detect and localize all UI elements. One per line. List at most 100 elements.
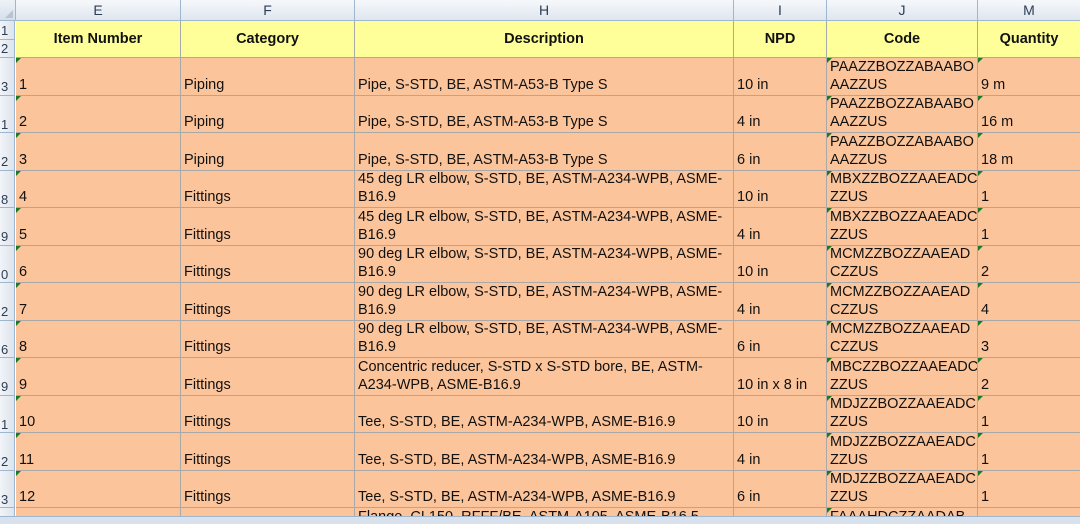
- description-cell[interactable]: Pipe, S-STD, BE, ASTM-A53-B Type S: [355, 133, 734, 171]
- npd-cell[interactable]: 4 in: [734, 96, 827, 133]
- item-number-cell[interactable]: 6: [16, 246, 181, 283]
- row-header[interactable]: 0: [0, 246, 15, 283]
- row-header[interactable]: 8: [0, 171, 15, 208]
- row-header[interactable]: 2: [0, 283, 15, 321]
- item-number-cell[interactable]: 1: [16, 58, 181, 96]
- quantity-cell[interactable]: 1: [978, 433, 1080, 471]
- quantity-cell[interactable]: 18 m: [978, 133, 1080, 171]
- code-cell[interactable]: PAAZZBOZZABAABO AAZZUS: [827, 96, 978, 133]
- description-cell[interactable]: 90 deg LR elbow, S-STD, BE, ASTM-A234-WP…: [355, 321, 734, 358]
- item-number-cell[interactable]: 7: [16, 283, 181, 321]
- quantity-cell[interactable]: 1: [978, 171, 1080, 208]
- description-cell[interactable]: 90 deg LR elbow, S-STD, BE, ASTM-A234-WP…: [355, 246, 734, 283]
- npd-cell[interactable]: 10 in: [734, 171, 827, 208]
- row-header[interactable]: 1: [0, 396, 15, 433]
- code-cell[interactable]: PAAZZBOZZABAABO AAZZUS: [827, 58, 978, 96]
- quantity-cell[interactable]: 1: [978, 396, 1080, 433]
- select-all-corner[interactable]: [0, 0, 16, 20]
- npd-cell[interactable]: 10 in: [734, 246, 827, 283]
- category-cell[interactable]: Fittings: [181, 321, 355, 358]
- column-header-m[interactable]: M: [978, 0, 1080, 20]
- code-cell[interactable]: MCMZZBOZZAAEAD CZZUS: [827, 321, 978, 358]
- row-header[interactable]: 3: [0, 471, 15, 508]
- row-header[interactable]: 9: [0, 208, 15, 246]
- category-cell[interactable]: Fittings: [181, 433, 355, 471]
- description-cell[interactable]: Concentric reducer, S-STD x S-STD bore, …: [355, 358, 734, 396]
- item-number-cell[interactable]: 4: [16, 171, 181, 208]
- row-header[interactable]: 6: [0, 321, 15, 358]
- npd-cell[interactable]: 10 in: [734, 396, 827, 433]
- item-number-cell[interactable]: 12: [16, 471, 181, 508]
- npd-cell[interactable]: 4 in: [734, 208, 827, 246]
- code-cell[interactable]: MBXZZBOZZAAEADC ZZUS: [827, 208, 978, 246]
- description-cell[interactable]: 45 deg LR elbow, S-STD, BE, ASTM-A234-WP…: [355, 208, 734, 246]
- category-cell[interactable]: Fittings: [181, 396, 355, 433]
- category-cell[interactable]: Fittings: [181, 208, 355, 246]
- description-cell[interactable]: 90 deg LR elbow, S-STD, BE, ASTM-A234-WP…: [355, 283, 734, 321]
- column-header-j[interactable]: J: [827, 0, 978, 20]
- quantity-cell[interactable]: 16 m: [978, 96, 1080, 133]
- npd-cell[interactable]: 6 in: [734, 471, 827, 508]
- column-header-f[interactable]: F: [181, 0, 355, 20]
- npd-cell[interactable]: 6 in: [734, 321, 827, 358]
- item-number-cell[interactable]: 10: [16, 396, 181, 433]
- description-cell[interactable]: 45 deg LR elbow, S-STD, BE, ASTM-A234-WP…: [355, 171, 734, 208]
- code-cell[interactable]: MDJZZBOZZAAEADC ZZUS: [827, 433, 978, 471]
- row-header[interactable]: 2: [0, 133, 15, 171]
- code-cell[interactable]: MBCZZBOZZAAEADC ZZUS: [827, 358, 978, 396]
- npd-cell[interactable]: 4 in: [734, 433, 827, 471]
- item-number-cell[interactable]: 11: [16, 433, 181, 471]
- category-cell[interactable]: Piping: [181, 133, 355, 171]
- code-cell[interactable]: MDJZZBOZZAAEADC ZZUS: [827, 471, 978, 508]
- item-number-cell[interactable]: 3: [16, 133, 181, 171]
- category-cell[interactable]: Fittings: [181, 471, 355, 508]
- row-header[interactable]: 9: [0, 358, 15, 396]
- quantity-cell[interactable]: 4: [978, 283, 1080, 321]
- quantity-cell[interactable]: 1: [978, 208, 1080, 246]
- code-cell[interactable]: MCMZZBOZZAAEAD CZZUS: [827, 246, 978, 283]
- description-cell[interactable]: Tee, S-STD, BE, ASTM-A234-WPB, ASME-B16.…: [355, 396, 734, 433]
- npd-cell[interactable]: 10 in x 8 in: [734, 358, 827, 396]
- row-header[interactable]: 2: [0, 40, 15, 58]
- item-number-cell[interactable]: 2: [16, 96, 181, 133]
- category-cell[interactable]: Piping: [181, 58, 355, 96]
- category-cell[interactable]: Fittings: [181, 171, 355, 208]
- npd-cell[interactable]: 6 in: [734, 133, 827, 171]
- item-number-cell[interactable]: 8: [16, 321, 181, 358]
- item-number-cell[interactable]: 9: [16, 358, 181, 396]
- quantity-cell[interactable]: 3: [978, 321, 1080, 358]
- header-item-number[interactable]: Item Number: [16, 21, 181, 58]
- description-cell[interactable]: Pipe, S-STD, BE, ASTM-A53-B Type S: [355, 58, 734, 96]
- column-header-h[interactable]: H: [355, 0, 734, 20]
- description-cell[interactable]: Tee, S-STD, BE, ASTM-A234-WPB, ASME-B16.…: [355, 471, 734, 508]
- quantity-cell[interactable]: 9 m: [978, 58, 1080, 96]
- quantity-cell[interactable]: 2: [978, 358, 1080, 396]
- header-description[interactable]: Description: [355, 21, 734, 58]
- item-number-value: 2: [19, 113, 28, 130]
- npd-cell[interactable]: 4 in: [734, 283, 827, 321]
- category-cell[interactable]: Fittings: [181, 246, 355, 283]
- description-cell[interactable]: Pipe, S-STD, BE, ASTM-A53-B Type S: [355, 96, 734, 133]
- code-cell[interactable]: MBXZZBOZZAAEADC ZZUS: [827, 171, 978, 208]
- quantity-cell[interactable]: 2: [978, 246, 1080, 283]
- description-cell[interactable]: Tee, S-STD, BE, ASTM-A234-WPB, ASME-B16.…: [355, 433, 734, 471]
- header-npd[interactable]: NPD: [734, 21, 827, 58]
- row-header[interactable]: 3: [0, 58, 15, 96]
- column-header-e[interactable]: E: [16, 0, 181, 20]
- category-cell[interactable]: Piping: [181, 96, 355, 133]
- row-header[interactable]: 1: [0, 21, 15, 40]
- quantity-cell[interactable]: 1: [978, 471, 1080, 508]
- header-category[interactable]: Category: [181, 21, 355, 58]
- row-header[interactable]: 2: [0, 433, 15, 471]
- header-quantity[interactable]: Quantity: [978, 21, 1080, 58]
- column-header-i[interactable]: I: [734, 0, 827, 20]
- category-cell[interactable]: Fittings: [181, 283, 355, 321]
- item-number-cell[interactable]: 5: [16, 208, 181, 246]
- category-cell[interactable]: Fittings: [181, 358, 355, 396]
- npd-cell[interactable]: 10 in: [734, 58, 827, 96]
- code-cell[interactable]: MDJZZBOZZAAEADC ZZUS: [827, 396, 978, 433]
- row-header[interactable]: 1: [0, 96, 15, 133]
- header-code[interactable]: Code: [827, 21, 978, 58]
- code-cell[interactable]: MCMZZBOZZAAEAD CZZUS: [827, 283, 978, 321]
- code-cell[interactable]: PAAZZBOZZABAABO AAZZUS: [827, 133, 978, 171]
